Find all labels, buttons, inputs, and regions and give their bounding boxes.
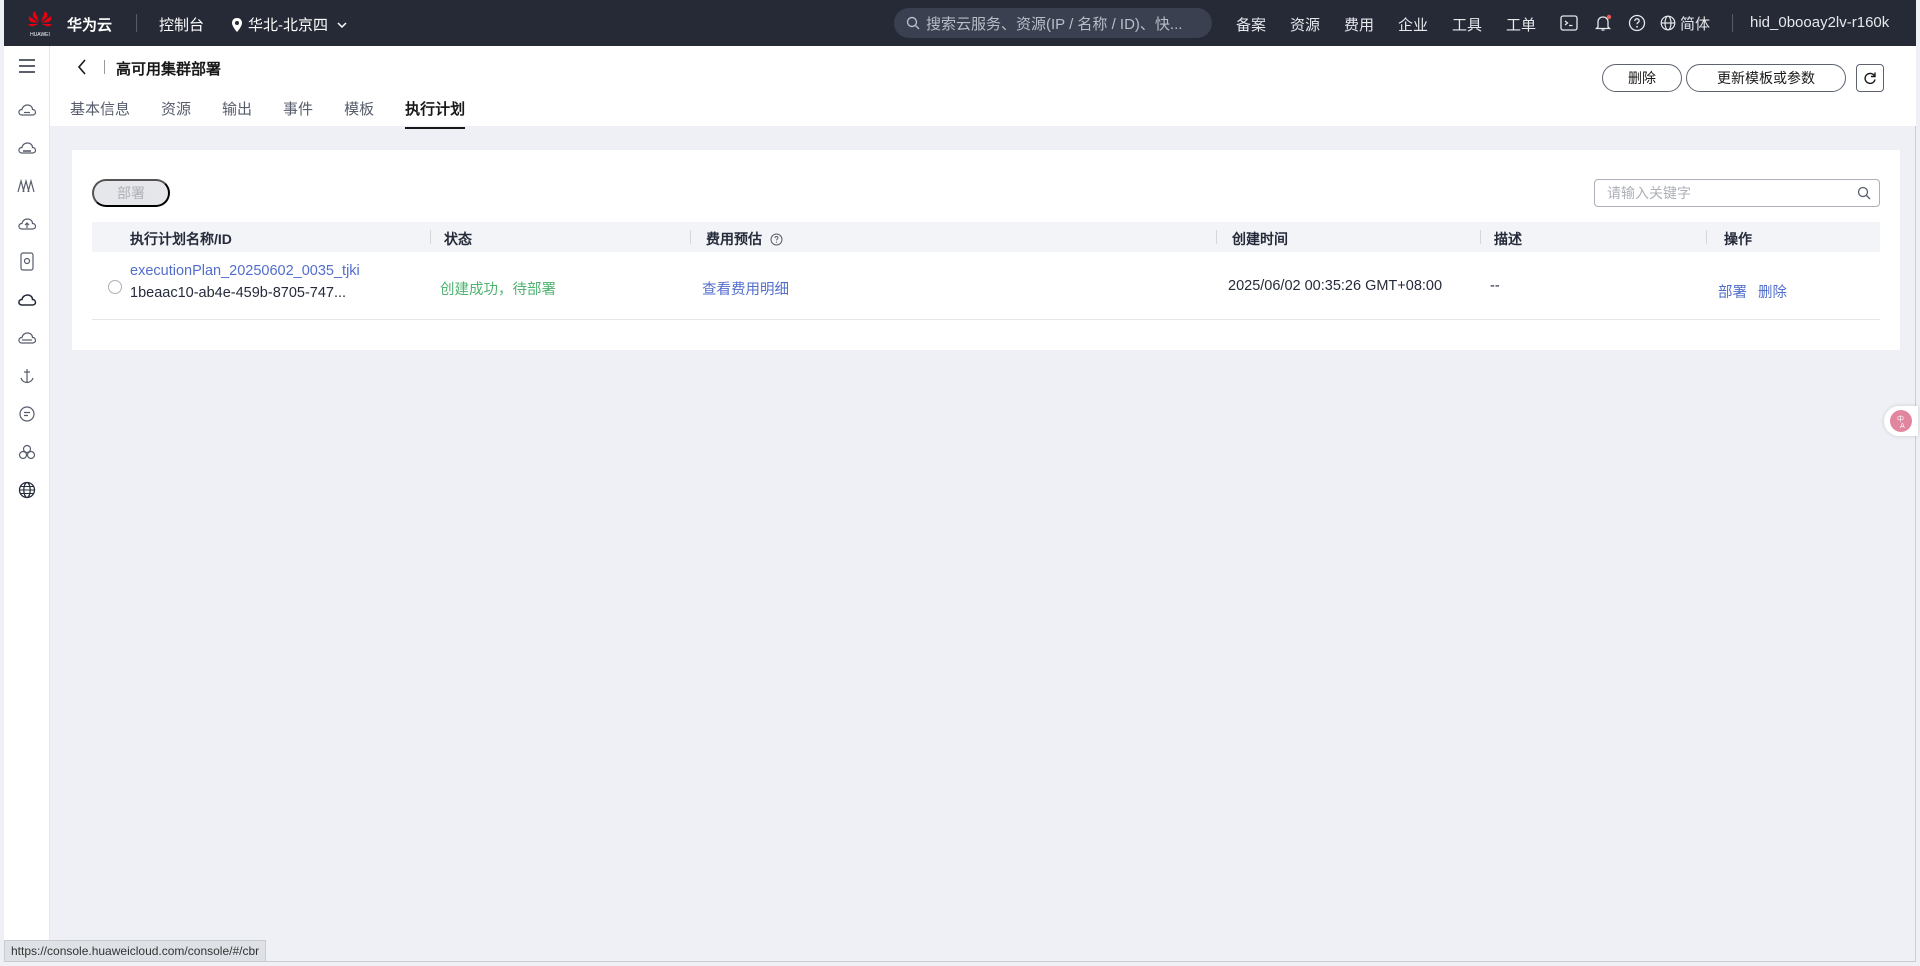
nav-resources[interactable]: 资源 xyxy=(1290,14,1320,35)
globe-icon xyxy=(1660,15,1676,31)
tab-resources[interactable]: 资源 xyxy=(161,98,191,129)
huawei-logo-icon[interactable]: HUAWEI xyxy=(26,8,54,38)
divider xyxy=(104,60,105,74)
column-header-ops: 操作 xyxy=(1724,231,1752,247)
row-divider xyxy=(92,319,1880,320)
column-header-created: 创建时间 xyxy=(1232,231,1288,247)
left-service-sidebar xyxy=(4,46,50,962)
chevron-down-icon xyxy=(337,21,347,28)
column-divider xyxy=(430,230,431,244)
tab-basic-info[interactable]: 基本信息 xyxy=(70,98,130,129)
cloud-storage-icon[interactable] xyxy=(15,136,39,160)
keyword-search-input[interactable]: 请输入关键字 xyxy=(1594,179,1880,207)
notification-bell-icon[interactable] xyxy=(1592,12,1614,34)
cloud-alt-icon[interactable] xyxy=(15,326,39,350)
language-switcher[interactable]: 简体 xyxy=(1660,12,1730,34)
tab-template[interactable]: 模板 xyxy=(344,98,374,129)
console-link[interactable]: 控制台 xyxy=(159,14,204,35)
global-search-placeholder: 搜索云服务、资源(IP / 名称 / ID)、快... xyxy=(926,15,1183,33)
help-icon[interactable] xyxy=(1626,12,1648,34)
row-deploy-link[interactable]: 部署 xyxy=(1718,281,1747,302)
execution-plan-id: 1beaac10-ab4e-459b-8705-747... xyxy=(130,285,347,301)
description: -- xyxy=(1490,278,1500,294)
page-title: 高可用集群部署 xyxy=(116,61,222,78)
column-divider xyxy=(1216,230,1217,244)
delete-stack-button[interactable]: 删除 xyxy=(1602,64,1682,92)
row-delete-link[interactable]: 删除 xyxy=(1758,281,1787,302)
browser-viewport: HUAWEI 华为云 控制台 华北-北京四 搜索云服务、资源(IP / 名称 /… xyxy=(4,0,1918,962)
floating-translate-widget[interactable]: 中A xyxy=(1884,406,1918,436)
chat-icon[interactable] xyxy=(15,402,39,426)
global-search-input[interactable]: 搜索云服务、资源(IP / 名称 / ID)、快... xyxy=(894,8,1212,38)
tab-outputs[interactable]: 输出 xyxy=(222,98,252,129)
nav-tools[interactable]: 工具 xyxy=(1452,14,1482,35)
translate-icon: 中A xyxy=(1890,410,1912,432)
menu-icon[interactable] xyxy=(15,54,39,78)
column-header-name: 执行计划名称/ID xyxy=(130,231,232,247)
database-icon[interactable] xyxy=(15,250,39,274)
view-cost-details-link[interactable]: 查看费用明细 xyxy=(702,278,789,299)
user-account-name[interactable]: hid_0booay2lv-r160k xyxy=(1750,14,1889,31)
column-header-desc: 描述 xyxy=(1494,231,1522,247)
search-icon xyxy=(906,16,920,30)
nav-enterprise[interactable]: 企业 xyxy=(1398,14,1428,35)
column-divider xyxy=(690,230,691,244)
cloud-shell-icon[interactable] xyxy=(1558,12,1580,34)
column-divider xyxy=(1706,230,1707,244)
cloud-icon[interactable] xyxy=(15,288,39,312)
row-select-radio[interactable] xyxy=(108,280,122,294)
tab-execution-plans[interactable]: 执行计划 xyxy=(405,98,466,129)
column-divider xyxy=(1480,230,1481,244)
svg-text:HUAWEI: HUAWEI xyxy=(30,32,50,38)
top-navigation-bar: HUAWEI 华为云 控制台 华北-北京四 搜索云服务、资源(IP / 名称 /… xyxy=(4,0,1916,46)
update-template-button[interactable]: 更新模板或参数 xyxy=(1686,64,1846,92)
brand-name[interactable]: 华为云 xyxy=(67,14,112,35)
globe-network-icon[interactable] xyxy=(15,478,39,502)
back-arrow-icon[interactable] xyxy=(76,58,88,79)
nav-filing[interactable]: 备案 xyxy=(1236,14,1266,35)
status-text: 创建成功，待部署 xyxy=(440,282,556,298)
browser-status-url: https://console.huaweicloud.com/console/… xyxy=(4,940,267,962)
column-header-cost-label: 费用预估 xyxy=(706,231,762,247)
anchor-icon[interactable] xyxy=(15,364,39,388)
keyword-search-placeholder: 请输入关键字 xyxy=(1607,185,1691,201)
divider xyxy=(1732,14,1733,32)
nav-tickets[interactable]: 工单 xyxy=(1506,14,1536,35)
cloud-server-icon[interactable] xyxy=(15,98,39,122)
location-pin-icon xyxy=(232,17,242,32)
column-header-cost: 费用预估 xyxy=(706,229,783,249)
help-circle-icon[interactable] xyxy=(770,233,783,246)
vpc-icon[interactable] xyxy=(15,174,39,198)
deploy-button[interactable]: 部署 xyxy=(92,179,170,207)
created-time: 2025/06/02 00:35:26 GMT+08:00 xyxy=(1228,278,1443,294)
svg-text:A: A xyxy=(1900,422,1905,430)
region-label: 华北-北京四 xyxy=(248,17,328,34)
divider xyxy=(136,14,137,32)
execution-plan-name-link[interactable]: executionPlan_20250602_0035_tjki xyxy=(130,263,360,279)
refresh-icon xyxy=(1864,72,1876,85)
table-header xyxy=(92,222,1880,252)
tab-bar: 基本信息 资源 输出 事件 模板 执行计划 xyxy=(70,98,496,129)
refresh-button[interactable] xyxy=(1856,64,1884,92)
cluster-icon[interactable] xyxy=(15,440,39,464)
column-header-status: 状态 xyxy=(444,231,472,247)
region-selector[interactable]: 华北-北京四 xyxy=(230,14,348,35)
cloud-upload-icon[interactable] xyxy=(15,212,39,236)
tab-events[interactable]: 事件 xyxy=(283,98,313,129)
nav-billing[interactable]: 费用 xyxy=(1344,14,1374,35)
language-label: 简体 xyxy=(1680,15,1711,33)
search-icon[interactable] xyxy=(1857,186,1871,200)
